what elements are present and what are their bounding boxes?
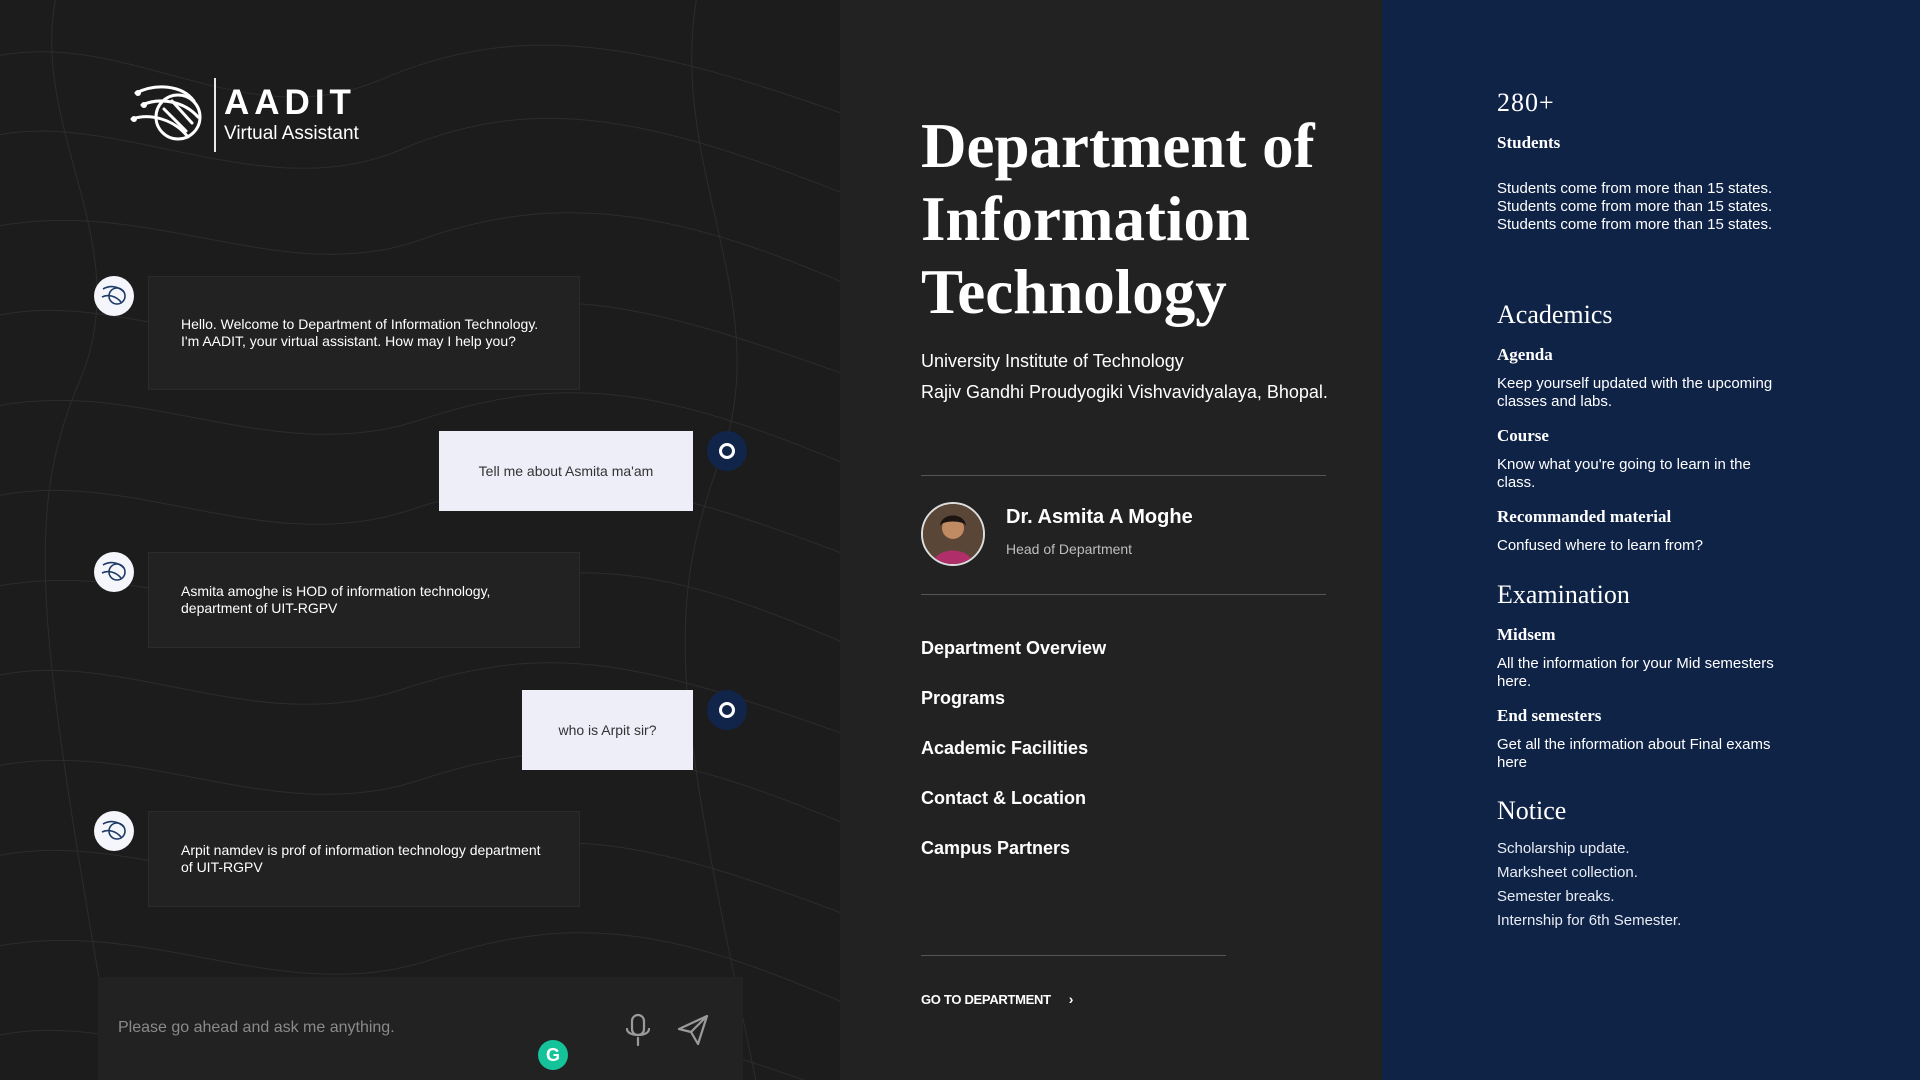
nav-campus-partners[interactable]: Campus Partners xyxy=(921,838,1106,888)
hod-role: Head of Department xyxy=(1006,541,1133,557)
notice-item[interactable]: Semester breaks. xyxy=(1497,885,1681,909)
exam-endsem-title[interactable]: End semesters xyxy=(1497,706,1601,726)
bot-avatar xyxy=(94,552,134,592)
go-to-department-label: GO TO DEPARTMENT xyxy=(921,991,1051,1007)
user-message-text: Tell me about Asmita ma'am xyxy=(478,463,654,479)
student-count: 280+ xyxy=(1497,88,1555,117)
notice-list: Scholarship update. Marksheet collection… xyxy=(1497,837,1681,933)
bot-message: Hello. Welcome to Department of Informat… xyxy=(148,276,580,390)
bot-message: Asmita amoghe is HOD of information tech… xyxy=(148,552,580,648)
chat-input-bar xyxy=(98,977,743,1080)
send-icon[interactable] xyxy=(676,1013,710,1047)
academics-course-title[interactable]: Course xyxy=(1497,426,1549,446)
nav-academic-facilities[interactable]: Academic Facilities xyxy=(921,738,1106,788)
user-ring-icon xyxy=(719,443,735,459)
exam-midsem-desc: All the information for your Mid semeste… xyxy=(1497,655,1774,690)
academics-material-title[interactable]: Recommanded material xyxy=(1497,507,1671,527)
user-avatar xyxy=(707,431,747,471)
chevron-right-icon: › xyxy=(1068,991,1074,1007)
aadit-bot-icon xyxy=(101,285,126,305)
divider xyxy=(921,955,1226,956)
academics-heading: Academics xyxy=(1497,300,1613,329)
chat-input[interactable] xyxy=(98,1003,578,1053)
bot-avatar xyxy=(94,811,134,851)
department-title: Department of Information Technology xyxy=(921,111,1315,327)
bot-message-text: Asmita amoghe is HOD of information tech… xyxy=(181,583,491,616)
notice-item[interactable]: Scholarship update. xyxy=(1497,837,1681,861)
bot-avatar xyxy=(94,276,134,316)
grammar-badge-letter: G xyxy=(545,1044,560,1065)
department-panel: Department of Information Technology Uni… xyxy=(840,0,1382,1080)
bot-message: Arpit namdev is prof of information tech… xyxy=(148,811,580,907)
user-message: who is Arpit sir? xyxy=(522,690,693,770)
institute-name: University Institute of Technology xyxy=(921,351,1184,371)
notice-item[interactable]: Marksheet collection. xyxy=(1497,861,1681,885)
nav-department-overview[interactable]: Department Overview xyxy=(921,638,1106,688)
user-message-text: who is Arpit sir? xyxy=(558,722,657,738)
user-message: Tell me about Asmita ma'am xyxy=(439,431,693,511)
grammar-assistant-icon[interactable]: G xyxy=(538,1040,568,1070)
user-avatar xyxy=(707,690,747,730)
bot-message-text: Hello. Welcome to Department of Informat… xyxy=(181,316,539,349)
aadit-bot-icon xyxy=(101,820,126,840)
chat-panel: AADIT Virtual Assistant Hello. Welcome t… xyxy=(0,0,840,1080)
hod-photo xyxy=(921,502,985,566)
academics-material-desc: Confused where to learn from? xyxy=(1497,537,1703,554)
examination-heading: Examination xyxy=(1497,580,1630,609)
divider xyxy=(921,594,1326,595)
department-nav: Department Overview Programs Academic Fa… xyxy=(921,638,1106,888)
user-ring-icon xyxy=(719,702,735,718)
brand-name: AADIT xyxy=(224,83,356,122)
nav-contact-location[interactable]: Contact & Location xyxy=(921,788,1106,838)
university-name: Rajiv Gandhi Proudyogiki Vishvavidyalaya… xyxy=(921,382,1328,402)
person-photo-icon xyxy=(923,504,983,564)
academics-course-desc: Know what you're going to learn in the c… xyxy=(1497,456,1751,491)
bot-message-text: Arpit namdev is prof of information tech… xyxy=(181,842,541,875)
aadit-logo-icon xyxy=(130,85,202,141)
student-label: Students xyxy=(1497,133,1561,152)
go-to-department-link[interactable]: GO TO DEPARTMENT › xyxy=(921,991,1073,1007)
academics-agenda-desc: Keep yourself updated with the upcoming … xyxy=(1497,375,1773,410)
logo-divider xyxy=(214,78,216,152)
notice-item[interactable]: Internship for 6th Semester. xyxy=(1497,909,1681,933)
aadit-bot-icon xyxy=(101,561,126,581)
topographic-background xyxy=(0,0,840,1080)
notice-heading: Notice xyxy=(1497,796,1567,825)
aadit-logo: AADIT Virtual Assistant xyxy=(128,78,359,152)
nav-programs[interactable]: Programs xyxy=(921,688,1106,738)
logo-text: AADIT Virtual Assistant xyxy=(224,85,359,145)
department-subtitle: University Institute of Technology Rajiv… xyxy=(921,346,1328,408)
info-panel: 280+ Students Students come from more th… xyxy=(1382,0,1920,1080)
student-description: Students come from more than 15 states. … xyxy=(1497,180,1773,233)
academics-agenda-title[interactable]: Agenda xyxy=(1497,345,1553,365)
divider xyxy=(921,475,1326,476)
exam-midsem-title[interactable]: Midsem xyxy=(1497,625,1556,645)
hod-name: Dr. Asmita A Moghe xyxy=(1006,506,1193,528)
brand-tagline: Virtual Assistant xyxy=(224,123,359,144)
microphone-icon[interactable] xyxy=(623,1013,653,1047)
exam-endsem-desc: Get all the information about Final exam… xyxy=(1497,736,1771,771)
